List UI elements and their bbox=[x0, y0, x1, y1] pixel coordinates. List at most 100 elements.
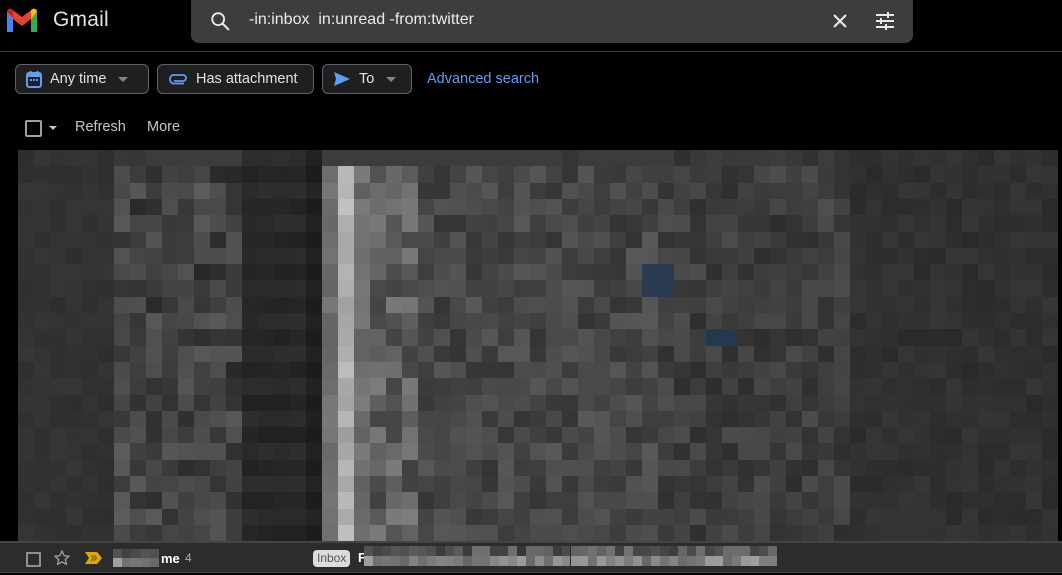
mosaic-cell bbox=[34, 492, 50, 510]
tune-icon[interactable] bbox=[874, 10, 896, 32]
mosaic-cell bbox=[626, 361, 642, 379]
mosaic-cell bbox=[482, 361, 498, 379]
mosaic-cell bbox=[98, 231, 114, 249]
mosaic-cell bbox=[146, 410, 162, 428]
mosaic-cell bbox=[210, 476, 226, 493]
mosaic-cell bbox=[898, 313, 914, 330]
mosaic-cell bbox=[370, 280, 386, 298]
mosaic-cell bbox=[978, 150, 994, 167]
mosaic-cell bbox=[114, 508, 130, 526]
mosaic-cell bbox=[690, 264, 706, 282]
mosaic-cell bbox=[818, 427, 834, 445]
mosaic-cell bbox=[370, 345, 386, 363]
mosaic-cell bbox=[381, 546, 391, 556]
mosaic-cell bbox=[738, 361, 754, 379]
mosaic-cell bbox=[34, 264, 50, 282]
important-marker-icon[interactable] bbox=[85, 552, 102, 564]
mosaic-cell bbox=[50, 247, 66, 265]
mosaic-cell bbox=[750, 546, 760, 556]
mosaic-cell bbox=[962, 280, 978, 298]
mosaic-cell bbox=[50, 198, 66, 216]
mosaic-cell bbox=[978, 264, 994, 282]
mosaic-cell bbox=[658, 394, 674, 412]
row-checkbox[interactable] bbox=[26, 552, 41, 567]
mosaic-cell bbox=[434, 182, 450, 200]
mosaic-cell bbox=[242, 166, 258, 184]
mosaic-cell bbox=[802, 182, 818, 200]
mosaic-cell bbox=[162, 329, 178, 347]
mosaic-cell bbox=[770, 361, 786, 379]
mosaic-cell bbox=[690, 313, 706, 330]
mosaic-cell bbox=[210, 361, 226, 379]
filter-any-time[interactable]: Any time bbox=[15, 64, 149, 94]
mosaic-cell bbox=[290, 443, 306, 461]
mosaic-cell bbox=[850, 215, 866, 233]
mosaic-cell bbox=[610, 150, 626, 167]
mosaic-cell bbox=[274, 492, 290, 510]
mosaic-cell bbox=[290, 394, 306, 412]
mosaic-cell bbox=[674, 410, 690, 428]
mosaic-cell bbox=[466, 264, 482, 282]
select-dropdown-chevron-icon[interactable] bbox=[49, 126, 57, 130]
mosaic-cell bbox=[610, 394, 626, 412]
mosaic-cell bbox=[18, 394, 34, 412]
mosaic-cell bbox=[370, 394, 386, 412]
mosaic-cell bbox=[706, 492, 722, 510]
mail-row[interactable]: me 4 Inbox F bbox=[0, 541, 1062, 573]
mosaic-cell bbox=[98, 476, 114, 493]
mosaic-cell bbox=[946, 247, 962, 265]
mosaic-cell bbox=[930, 296, 946, 314]
mosaic-cell bbox=[381, 556, 391, 566]
mosaic-cell bbox=[690, 329, 706, 347]
mosaic-cell bbox=[786, 459, 802, 477]
inbox-label-badge[interactable]: Inbox bbox=[313, 550, 351, 567]
mosaic-cell bbox=[994, 231, 1010, 249]
search-bar[interactable]: -in:inbox in:unread -from:twitter bbox=[191, 0, 913, 43]
mosaic-cell bbox=[738, 427, 754, 445]
mosaic-cell bbox=[914, 508, 930, 526]
mosaic-cell bbox=[754, 378, 770, 396]
mosaic-cell bbox=[962, 410, 978, 428]
mosaic-cell bbox=[754, 361, 770, 379]
mosaic-cell bbox=[978, 215, 994, 233]
mosaic-cell bbox=[162, 215, 178, 233]
mosaic-cell bbox=[1042, 394, 1058, 412]
mosaic-cell bbox=[50, 345, 66, 363]
mosaic-cell bbox=[370, 166, 386, 184]
mosaic-cell bbox=[306, 150, 322, 167]
mosaic-cell bbox=[242, 459, 258, 477]
mosaic-cell bbox=[514, 524, 530, 542]
mosaic-cell bbox=[754, 345, 770, 363]
mosaic-cell bbox=[402, 150, 418, 167]
select-all-checkbox[interactable] bbox=[25, 120, 42, 137]
mosaic-cell bbox=[562, 264, 578, 282]
mosaic-cell bbox=[866, 492, 882, 510]
mosaic-cell bbox=[18, 313, 34, 330]
mosaic-cell bbox=[770, 427, 786, 445]
refresh-button[interactable]: Refresh bbox=[75, 119, 126, 135]
gmail-logo-icon[interactable] bbox=[4, 6, 40, 34]
mosaic-cell bbox=[994, 329, 1010, 347]
mosaic-cell bbox=[578, 182, 594, 200]
close-icon[interactable] bbox=[830, 11, 850, 31]
mosaic-cell bbox=[146, 459, 162, 477]
mosaic-cell bbox=[722, 459, 738, 477]
mosaic-cell bbox=[882, 361, 898, 379]
search-input[interactable]: -in:inbox in:unread -from:twitter bbox=[249, 11, 474, 29]
star-icon[interactable] bbox=[53, 549, 71, 567]
mosaic-cell bbox=[706, 182, 722, 200]
mosaic-cell bbox=[514, 198, 530, 216]
mosaic-cell bbox=[706, 150, 722, 167]
filter-to[interactable]: To bbox=[322, 64, 412, 94]
mosaic-cell bbox=[122, 558, 132, 567]
more-button[interactable]: More bbox=[147, 119, 180, 135]
mosaic-cell bbox=[82, 345, 98, 363]
mosaic-cell bbox=[1042, 166, 1058, 184]
search-icon[interactable] bbox=[209, 10, 231, 32]
mosaic-cell bbox=[962, 476, 978, 493]
mosaic-cell bbox=[674, 215, 690, 233]
advanced-search-link[interactable]: Advanced search bbox=[427, 71, 539, 87]
mosaic-cell bbox=[978, 247, 994, 265]
mosaic-cell bbox=[658, 345, 674, 363]
filter-has-attachment[interactable]: Has attachment bbox=[157, 64, 314, 94]
